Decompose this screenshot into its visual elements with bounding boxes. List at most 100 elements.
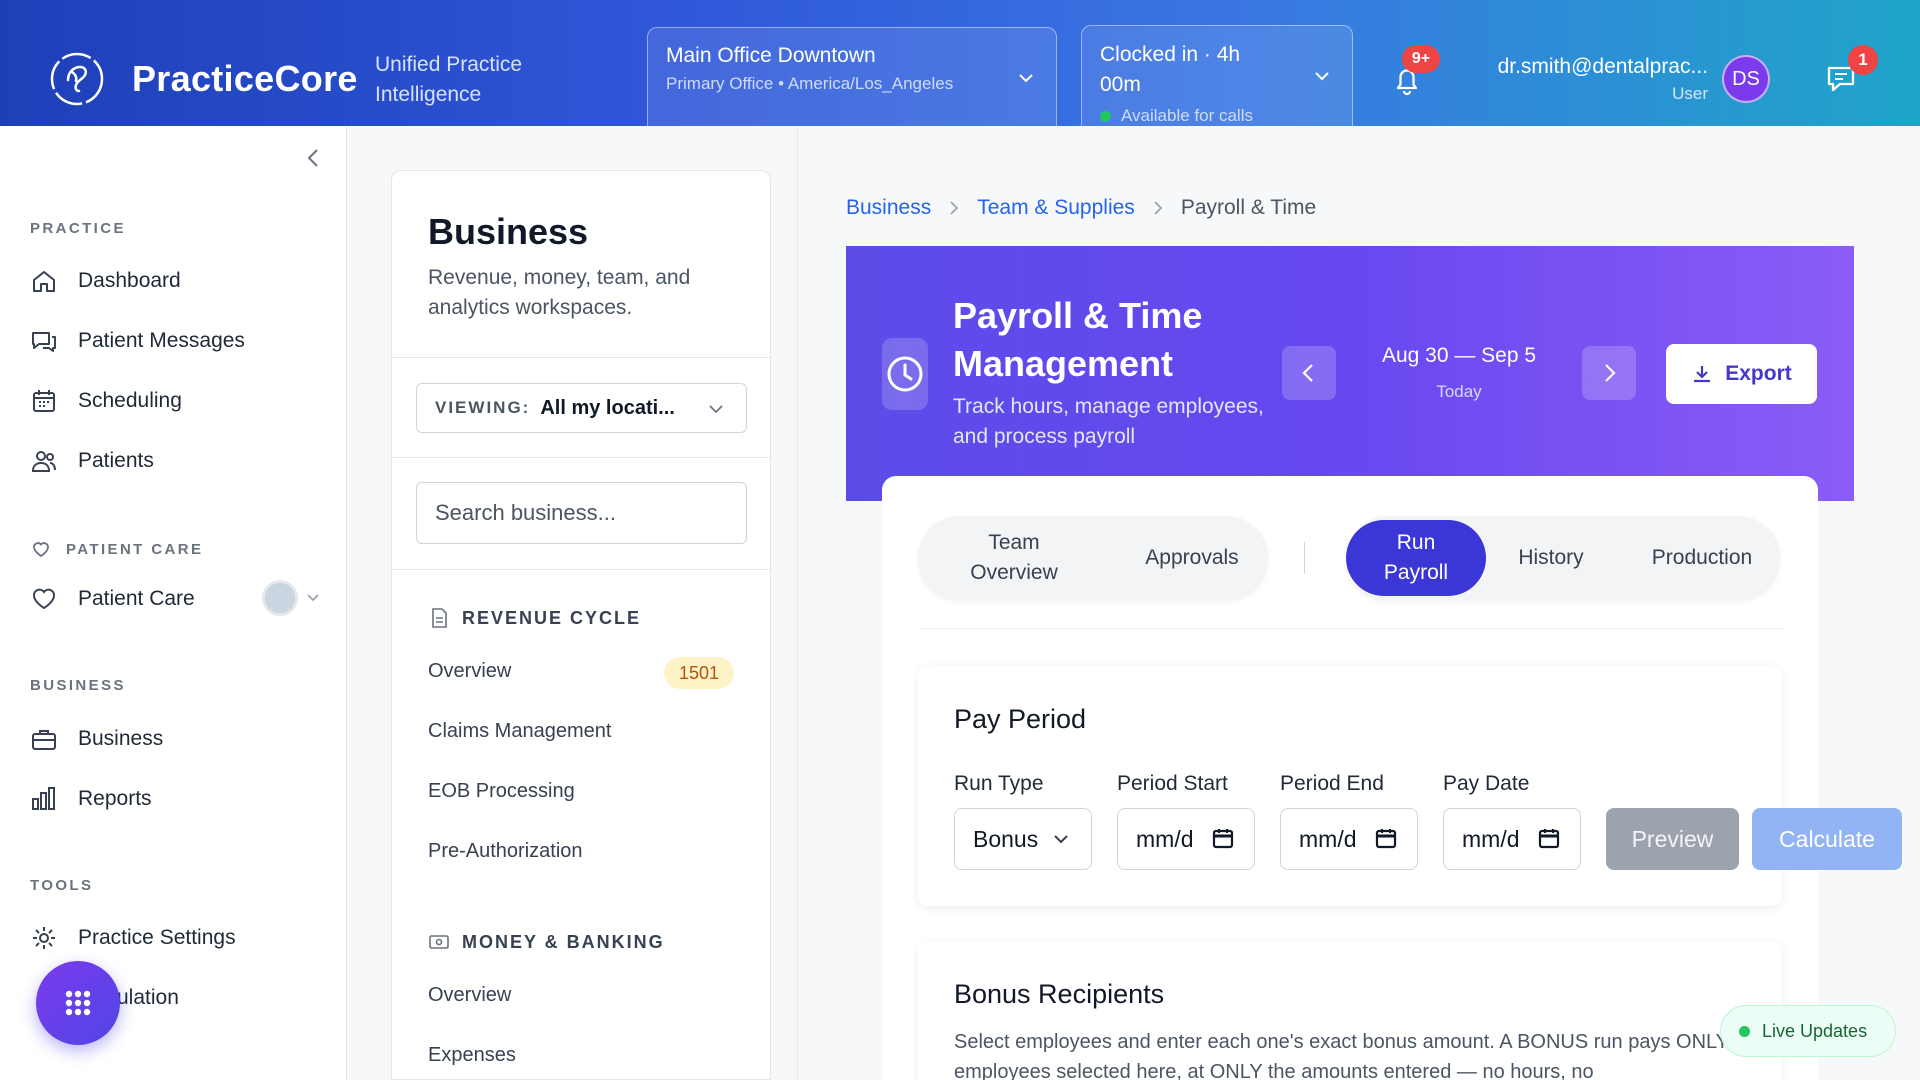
divider bbox=[918, 628, 1782, 629]
tab-team-overview[interactable]: Team Overview bbox=[954, 528, 1074, 588]
nav-money-overview[interactable]: Overview bbox=[428, 984, 511, 1007]
sidebar-item-practice-settings[interactable]: Practice Settings bbox=[30, 918, 320, 958]
tab-history[interactable]: History bbox=[1501, 543, 1601, 573]
home-icon bbox=[33, 271, 55, 292]
group-revenue-cycle: REVENUE CYCLE bbox=[428, 607, 641, 629]
date-range: Aug 30 — Sep 5 bbox=[1381, 344, 1537, 367]
user-email[interactable]: dr.smith@dentalprac... bbox=[1478, 55, 1708, 79]
next-period-button[interactable] bbox=[1582, 346, 1636, 400]
availability-status: Available for calls bbox=[1100, 106, 1332, 126]
group-label: MONEY & BANKING bbox=[462, 931, 665, 952]
tab-group-right: Run Payroll History Production bbox=[1346, 516, 1780, 600]
live-updates-indicator[interactable]: Live Updates bbox=[1720, 1005, 1896, 1057]
run-type-select[interactable]: Bonus bbox=[954, 808, 1092, 870]
section-title: Pay Period bbox=[954, 704, 1087, 734]
sidebar-item-business[interactable]: Business bbox=[30, 719, 320, 759]
tab-run-payroll[interactable]: Run Payroll bbox=[1346, 520, 1486, 596]
sidebar-item-dashboard[interactable]: Dashboard bbox=[30, 261, 320, 301]
sidebar-section-tools: TOOLS bbox=[30, 877, 94, 894]
live-updates-label: Live Updates bbox=[1762, 1020, 1868, 1041]
sidebar-section-patient-care: PATIENT CARE bbox=[30, 538, 203, 560]
chevron-left-icon bbox=[1302, 364, 1313, 382]
tab-approvals[interactable]: Approvals bbox=[1132, 543, 1252, 573]
calendar-icon[interactable] bbox=[1375, 827, 1397, 849]
sidebar-item-reports[interactable]: Reports bbox=[30, 779, 320, 819]
pay-date-field[interactable]: mm/d bbox=[1443, 808, 1581, 870]
apps-launcher-button[interactable] bbox=[36, 961, 120, 1045]
heart-icon bbox=[33, 588, 55, 610]
payroll-hero: Payroll & Time Management Track hours, m… bbox=[846, 246, 1854, 501]
patient-care-toggle[interactable] bbox=[262, 580, 298, 616]
group-money-banking: MONEY & BANKING bbox=[428, 931, 665, 953]
chevron-right-icon bbox=[950, 201, 959, 215]
sidebar-item-patient-messages[interactable]: Patient Messages bbox=[30, 321, 320, 361]
viewing-label: VIEWING: bbox=[435, 398, 531, 417]
chevron-down-icon bbox=[709, 405, 723, 414]
nav-eob-processing[interactable]: EOB Processing bbox=[428, 780, 575, 803]
users-icon bbox=[31, 451, 56, 472]
tab-label: Run Payroll bbox=[1383, 531, 1449, 584]
chevron-down-icon bbox=[1315, 72, 1329, 81]
sidebar-section-business: BUSINESS bbox=[30, 677, 126, 694]
status-dot-icon bbox=[1739, 1025, 1750, 1037]
nav-expenses[interactable]: Expenses bbox=[428, 1044, 516, 1067]
run-type-label: Run Type bbox=[954, 772, 1044, 795]
divider bbox=[392, 569, 770, 570]
nav-claims-management[interactable]: Claims Management bbox=[428, 720, 611, 743]
nav-pre-authorization[interactable]: Pre-Authorization bbox=[428, 840, 583, 863]
nav-revenue-overview[interactable]: Overview bbox=[428, 660, 511, 683]
sidebar-item-simulation[interactable]: ulation bbox=[117, 978, 407, 1018]
location-selector[interactable]: Main Office Downtown Primary Office • Am… bbox=[647, 27, 1057, 126]
clock-status-title: Clocked in · 4h 00m bbox=[1100, 43, 1241, 96]
messages-icon bbox=[32, 332, 56, 352]
tab-production[interactable]: Production bbox=[1632, 543, 1772, 573]
clock-status-selector[interactable]: Clocked in · 4h 00m Available for calls bbox=[1081, 25, 1353, 126]
chevron-down-icon bbox=[1054, 835, 1068, 844]
chevron-down-icon[interactable] bbox=[304, 588, 322, 606]
section-description: Select employees and enter each one's ex… bbox=[954, 1031, 1762, 1080]
pay-period-section: Pay Period Run Type Bonus Period Start m… bbox=[918, 666, 1902, 906]
export-button[interactable]: Export bbox=[1666, 344, 1817, 404]
calculate-button[interactable]: Calculate bbox=[1752, 808, 1902, 870]
sidebar-item-label: Dashboard bbox=[78, 269, 181, 292]
download-icon bbox=[1694, 366, 1711, 383]
page-description: Track hours, manage employees, and proce… bbox=[953, 395, 1264, 448]
section-title: Bonus Recipients bbox=[954, 979, 1165, 1009]
date-range-sub[interactable]: Today bbox=[1365, 382, 1553, 402]
panel-title: Business bbox=[428, 211, 589, 252]
document-icon bbox=[432, 608, 447, 628]
user-role: User bbox=[1672, 84, 1708, 103]
chevron-right-icon bbox=[1605, 364, 1616, 382]
period-end-label: Period End bbox=[1280, 772, 1384, 795]
collapse-sidebar-icon[interactable] bbox=[302, 146, 326, 170]
breadcrumb-business[interactable]: Business bbox=[846, 196, 931, 220]
period-start-label: Period Start bbox=[1117, 772, 1228, 795]
sidebar-item-label: Patient Messages bbox=[78, 329, 245, 352]
preview-button[interactable]: Preview bbox=[1606, 808, 1739, 870]
logo-icon[interactable] bbox=[48, 50, 106, 108]
calendar-icon bbox=[33, 390, 55, 412]
viewing-value: All my locati... bbox=[540, 396, 675, 419]
sidebar: PRACTICE Dashboard Patient Messages Sche… bbox=[0, 126, 347, 1080]
top-bar: PracticeCore Unified Practice Intelligen… bbox=[0, 0, 1920, 126]
sidebar-item-label: Patient Care bbox=[78, 587, 195, 610]
location-name: Main Office Downtown bbox=[666, 44, 876, 67]
viewing-location-select[interactable]: VIEWING: All my locati... bbox=[416, 383, 747, 433]
breadcrumb-team-supplies[interactable]: Team & Supplies bbox=[977, 196, 1135, 220]
brand-name[interactable]: PracticeCore bbox=[132, 58, 358, 100]
brand-tagline: Unified Practice Intelligence bbox=[375, 53, 523, 106]
run-type-value: Bonus bbox=[973, 825, 1039, 852]
search-input[interactable] bbox=[416, 482, 747, 544]
previous-period-button[interactable] bbox=[1282, 346, 1336, 400]
divider bbox=[392, 357, 770, 358]
tab-divider bbox=[1304, 542, 1305, 574]
sidebar-item-scheduling[interactable]: Scheduling bbox=[30, 381, 320, 421]
period-start-field[interactable]: mm/d bbox=[1117, 808, 1255, 870]
sidebar-item-label: Business bbox=[78, 727, 164, 750]
calendar-icon[interactable] bbox=[1538, 827, 1560, 849]
sidebar-item-patients[interactable]: Patients bbox=[30, 441, 320, 481]
pay-date-value: mm/d bbox=[1462, 825, 1520, 852]
avatar[interactable]: DS bbox=[1722, 55, 1770, 103]
calendar-icon[interactable] bbox=[1212, 827, 1234, 849]
period-end-field[interactable]: mm/d bbox=[1280, 808, 1418, 870]
